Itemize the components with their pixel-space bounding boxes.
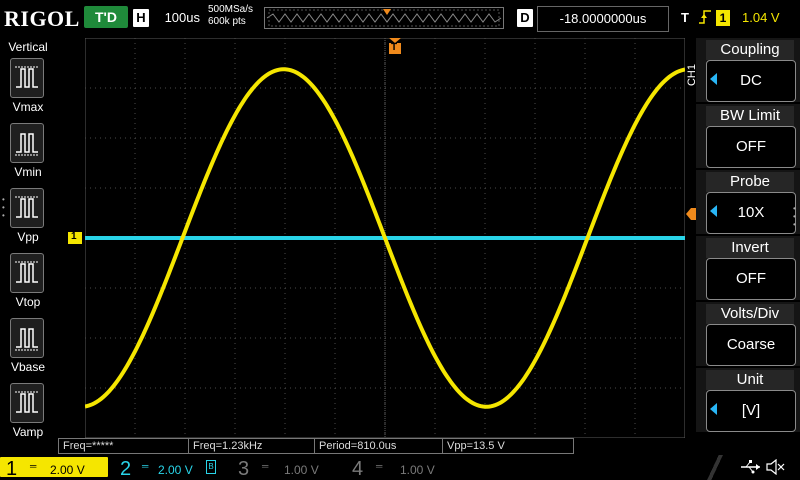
softkey-value-text: [V] [741,402,761,419]
ch1-number: 1 [6,458,18,480]
graticule [84,37,686,439]
menu-softkey-volts-div[interactable]: Volts/Div Coarse [696,302,800,366]
measure-menu-label: Vmin [14,165,42,179]
softkey-value: [V] [706,390,796,432]
knob-select-icon [710,73,717,85]
softkey-title: Unit [706,370,794,390]
ch3-coupling-icon: ═ [262,461,269,471]
ch1-ground-label: 1 [71,231,77,242]
softkey-title: Invert [706,238,794,258]
ch1-scale: 2.00 V [50,463,85,477]
menu-softkey-probe[interactable]: Probe 10X [696,170,800,234]
menu-softkey-bw-limit[interactable]: BW Limit OFF [696,104,800,168]
measure-menu-label: Vamp [12,425,44,439]
softkey-value-text: OFF [736,138,766,155]
softkey-title: BW Limit [706,106,794,126]
trigger-label: T [681,10,689,25]
measure-menu-title: Vertical [8,40,48,54]
vbase-icon[interactable] [10,318,44,358]
horizontal-label: H [133,9,149,27]
trigger-position-marker[interactable]: T [389,38,401,58]
softkey-value: DC [706,60,796,102]
top-status-bar: RIGOL T'D H 100us 500MSa/s 600k pts D -1… [0,0,800,38]
trigger-source-badge: 1 [716,10,730,26]
brand-logo: RIGOL [4,6,80,31]
softkey-value: OFF [706,258,796,300]
timebase-value[interactable]: 100us [152,9,200,27]
softkey-value-text: OFF [736,270,766,287]
softkey-value: OFF [706,126,796,168]
knob-select-icon [710,205,717,217]
speaker-mute-icon[interactable] [766,458,786,480]
measure-item[interactable]: Freq=***** [58,438,190,454]
softkey-value-text: DC [740,72,762,89]
ch3-number: 3 [238,458,250,480]
ch3-scale: 1.00 V [284,463,319,477]
ch4-status[interactable]: 4 ═ 1.00 V [342,457,450,480]
measure-item[interactable]: Vpp=13.5 V [442,438,574,454]
measure-menu-label: Vmax [12,100,44,114]
menu-softkey-coupling[interactable]: Coupling DC [696,38,800,102]
menu-softkey-invert[interactable]: Invert OFF [696,236,800,300]
usb-icon [740,460,762,479]
ch2-status[interactable]: 2 ═ 2.00 V B [114,457,222,480]
ch1-coupling-icon: ═ [30,461,37,471]
delay-label: D [517,9,533,27]
menu-page-dots-icon: • • • [793,204,796,229]
bottom-divider [700,455,730,480]
measure-menu-label: Vbase [10,360,46,374]
waveform-overview [264,7,504,29]
channel-menu: Coupling DC BW Limit OFF Probe 10X Invert OFF Vo… [696,38,800,438]
rising-edge-icon [698,8,712,29]
ch4-number: 4 [352,458,364,480]
vmax-icon[interactable] [10,58,44,98]
ch2-bandwidth-icon: B [206,460,216,474]
ch4-scale: 1.00 V [400,463,435,477]
sample-rate: 500MSa/s [208,4,254,15]
waveform-display [84,37,686,439]
measure-item[interactable]: Period=810.0us [314,438,444,454]
softkey-title: Probe [706,172,794,192]
vtop-icon[interactable] [10,253,44,293]
channel-tag: CH1 [686,64,698,87]
vamp-icon[interactable] [10,383,44,423]
menu-page-dots-left-icon: • • • [2,195,5,220]
softkey-value-text: 10X [737,204,765,221]
softkey-value: 10X [706,192,796,234]
ch2-number: 2 [120,458,132,480]
measure-menu: Vertical Vmax Vmin Vpp Vtop Vbase Vamp [0,38,56,439]
measure-item[interactable]: Freq=1.23kHz [188,438,316,454]
ch2-scale: 2.00 V [158,463,193,477]
vpp-icon[interactable] [10,188,44,228]
softkey-value: Coarse [706,324,796,366]
softkey-title: Coupling [706,40,794,60]
vmin-icon[interactable] [10,123,44,163]
ch1-ground-marker[interactable]: 1 [68,231,82,244]
trigger-level[interactable]: 1.04 V [742,10,780,25]
overview-wave-icon [266,9,502,27]
measure-menu-label: Vtop [15,295,41,309]
delay-offset[interactable]: -18.0000000us [537,6,669,32]
channel-status-bar: 1 ═ 2.00 V 2 ═ 2.00 V B 3 ═ 1.00 V 4 ═ 1… [0,455,800,480]
ch2-coupling-icon: ═ [142,461,149,471]
ch1-status[interactable]: 1 ═ 2.00 V [0,457,108,480]
memory-depth: 600k pts [208,16,246,27]
trigger-position-label: T [391,42,398,53]
softkey-value-text: Coarse [726,336,776,353]
menu-softkey-unit[interactable]: Unit [V] [696,368,800,432]
run-status-badge[interactable]: T'D [84,6,128,28]
measure-menu-label: Vpp [17,230,39,244]
ch3-status[interactable]: 3 ═ 1.00 V [228,457,336,480]
softkey-title: Volts/Div [706,304,794,324]
knob-select-icon [710,403,717,415]
ch4-coupling-icon: ═ [376,461,383,471]
